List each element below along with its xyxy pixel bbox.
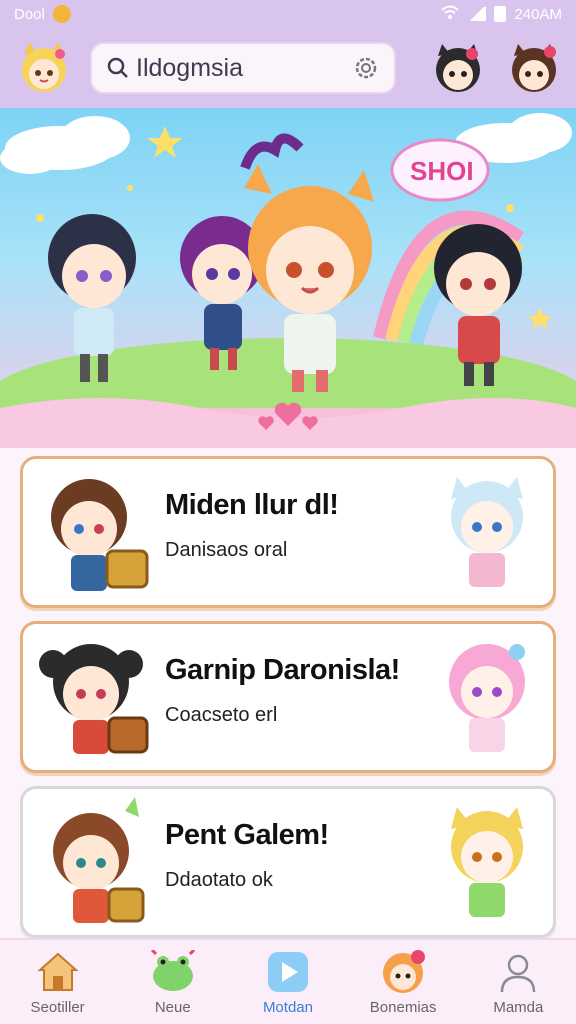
gear-icon[interactable] [352,54,380,82]
character-icon [29,467,159,605]
banner-text: SHOI [410,156,474,186]
card-subtitle: Coacseto erl [165,704,278,726]
status-bar: Dool 240AM [0,0,576,28]
profile-icon [495,949,541,995]
play-icon [265,949,311,995]
nav-item-bonemias[interactable]: Bonemias [348,942,458,1022]
character-icon [29,632,159,770]
signal-icon [468,7,487,21]
card-title: Garnip Daronisla! [165,654,400,686]
list-item[interactable]: Pent Galem! Ddaotato ok [20,786,556,938]
status-left-text: Dool [14,5,45,23]
character-icon [380,949,426,995]
character-icon [437,469,537,604]
card-title: Miden llur dl! [165,489,339,521]
search-value: Ildogmsia [136,53,243,82]
nav-item-mamda[interactable]: Mamda [463,942,573,1022]
friend-avatar[interactable] [506,40,562,96]
nav-label: Bonemias [369,998,437,1016]
bottom-nav: Seotiller Neue Motdan Bonemias Mamda [0,938,576,1024]
character-icon [29,797,159,935]
nav-label: Neue [154,998,191,1016]
wifi-icon [440,4,460,24]
nav-label: Seotiller [30,998,85,1016]
nav-item-home[interactable]: Seotiller [3,942,113,1022]
nav-item-neue[interactable]: Neue [118,942,228,1022]
card-subtitle: Danisaos oral [165,539,288,561]
header: Ildogmsia [0,28,576,108]
card-title: Pent Galem! [165,819,329,851]
character-icon [437,799,537,934]
hero-banner[interactable]: SHOI [0,108,576,448]
friend-avatar[interactable] [430,40,486,96]
nav-item-motdan[interactable]: Motdan [233,942,343,1022]
list-item[interactable]: Miden llur dl! Danisaos oral [20,456,556,608]
battery-icon [494,6,507,22]
nav-label: Motdan [262,998,313,1016]
list-item[interactable]: Garnip Daronisla! Coacseto erl [20,621,556,773]
search-icon [106,56,130,80]
home-icon [35,949,81,995]
status-time: 240AM [514,5,562,23]
frog-icon [150,949,196,995]
user-avatar[interactable] [16,40,72,96]
nav-label: Mamda [493,998,544,1016]
search-input[interactable]: Ildogmsia [90,42,396,94]
card-subtitle: Ddaotato ok [165,869,273,891]
notification-icon [52,5,71,23]
character-icon [437,634,537,769]
